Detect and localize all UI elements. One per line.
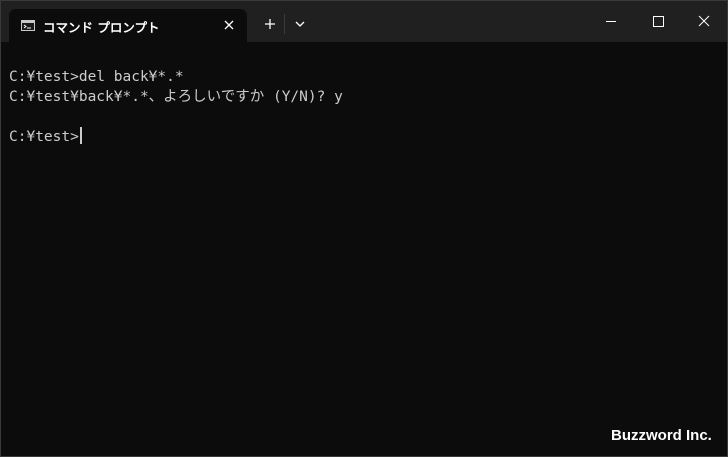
terminal-icon xyxy=(21,20,35,31)
close-window-button[interactable] xyxy=(681,1,727,42)
console-line: C:¥test¥back¥*.*、よろしいですか (Y/N)? y xyxy=(9,89,343,105)
tab-title: コマンド プロンプト xyxy=(43,20,160,35)
close-icon[interactable] xyxy=(222,18,236,32)
text-cursor xyxy=(79,127,82,144)
divider xyxy=(284,14,285,34)
title-bar[interactable]: コマンド プロンプト xyxy=(1,1,727,42)
chevron-down-icon[interactable] xyxy=(293,17,307,31)
terminal-window: コマンド プロンプト C:¥test>del back¥*.* C:¥test¥… xyxy=(0,0,728,457)
minimize-button[interactable] xyxy=(588,1,634,42)
add-icon[interactable] xyxy=(263,17,277,31)
watermark: Buzzword Inc. xyxy=(611,427,712,444)
prompt-line[interactable]: C:¥test> xyxy=(9,127,709,147)
tab-command-prompt[interactable]: コマンド プロンプト xyxy=(9,9,247,42)
prompt-text: C:¥test> xyxy=(9,129,79,145)
console-output[interactable]: C:¥test>del back¥*.* C:¥test¥back¥*.*、よろ… xyxy=(9,67,709,147)
maximize-button[interactable] xyxy=(635,1,681,42)
console-line: C:¥test>del back¥*.* xyxy=(9,69,184,85)
